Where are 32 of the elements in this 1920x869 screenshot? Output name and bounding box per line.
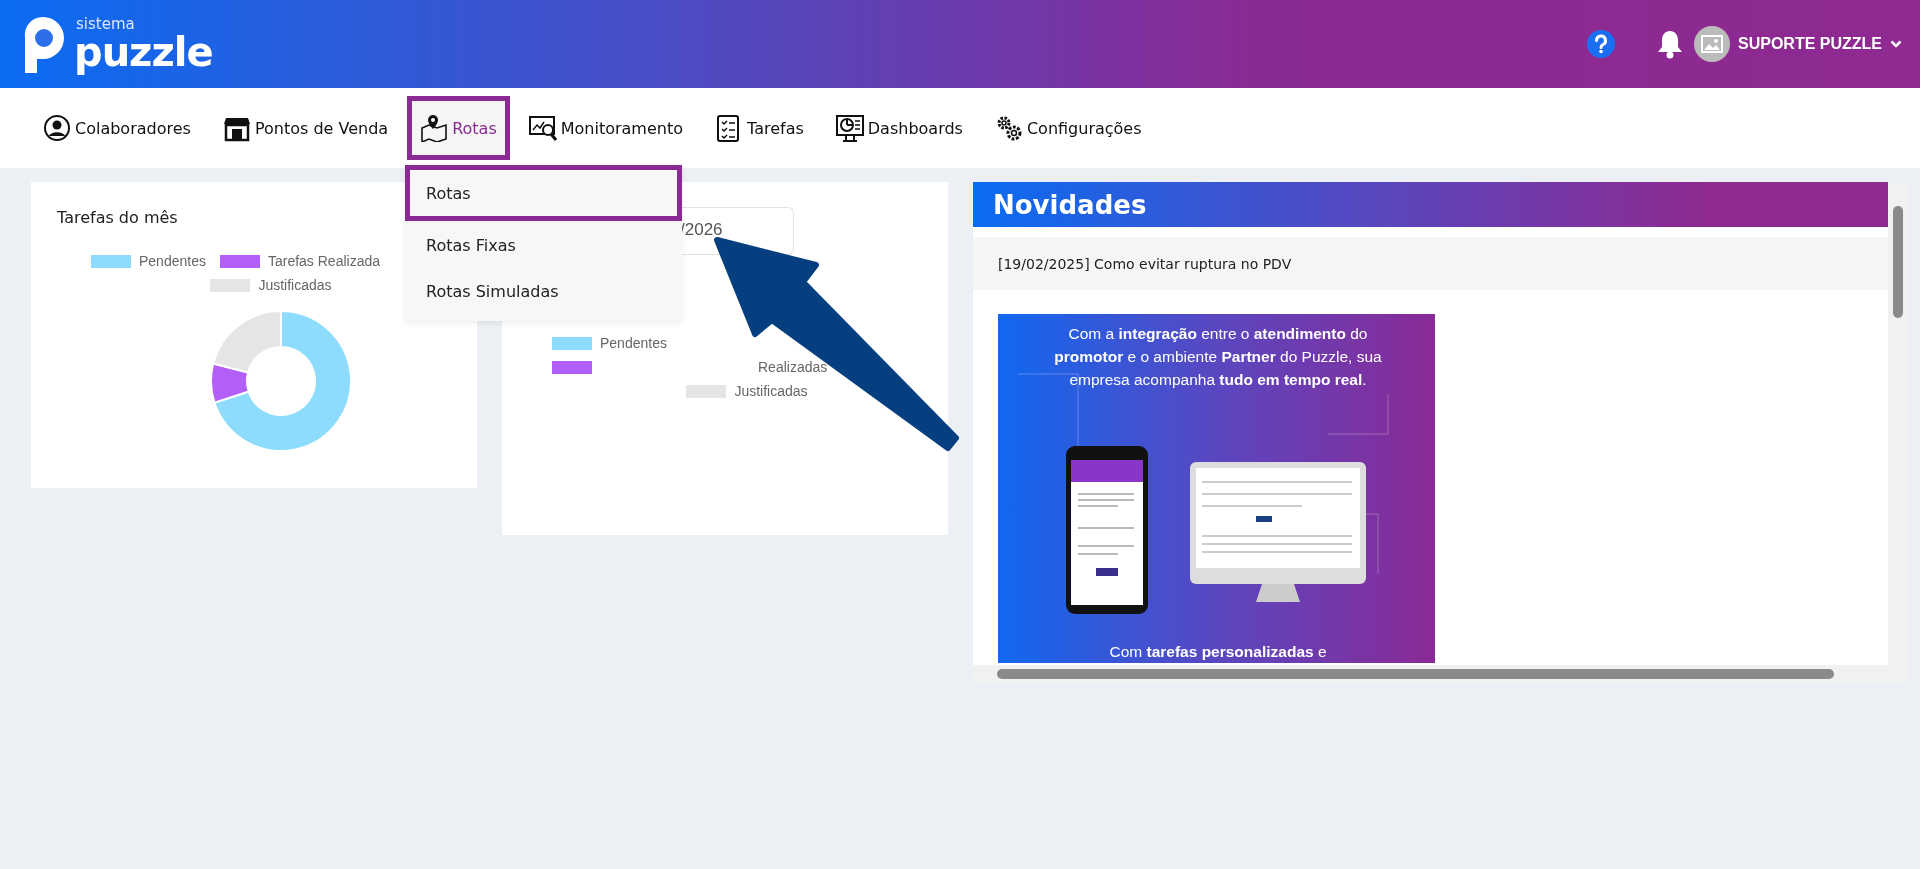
banner-footer-text: Com tarefas personalizadas e (1108, 643, 1328, 661)
user-menu[interactable]: SUPORTE PUZZLE (1694, 26, 1902, 62)
chevron-down-icon (1890, 40, 1902, 48)
card-title: Tarefas do mês (57, 208, 179, 227)
nav-tab[interactable]: Tarefas (702, 96, 817, 160)
user-name: SUPORTE PUZZLE (1738, 35, 1882, 53)
help-icon[interactable] (1586, 29, 1616, 59)
nav-tab[interactable]: Dashboards (822, 96, 976, 160)
nav-tab[interactable]: Colaboradores (30, 96, 204, 160)
nav-tab[interactable]: Pontos de Venda (209, 96, 402, 160)
legend-label: Justificadas (258, 277, 332, 293)
nav-icon (43, 114, 71, 142)
news-title: Novidades (973, 182, 1888, 227)
menu-item[interactable]: Rotas (405, 165, 682, 221)
legend-label: Realizadas (758, 359, 828, 375)
legend-label: Justificadas (734, 383, 808, 399)
avatar-image-icon (1694, 26, 1730, 62)
nav-tab[interactable]: Configurações (981, 96, 1155, 160)
news-item-title[interactable]: [19/02/2025] Como evitar ruptura no PDV (973, 237, 1888, 290)
legend-label: Pendentes (139, 253, 206, 269)
horizontal-scrollbar[interactable] (973, 665, 1908, 683)
nav-tab[interactable]: Monitoramento (515, 96, 696, 160)
nav-icon (835, 114, 864, 142)
legend-label: Tarefas Realizada (267, 253, 380, 269)
notification-bell-icon[interactable] (1656, 29, 1684, 59)
nav-icon (420, 114, 449, 142)
logo-subtitle: sistema (76, 16, 136, 32)
banner-text: Com a integração entre o atendimento do promotor e o ambiente Partner do Puzzle, sua empresa acompanha tudo em tempo real. (1053, 324, 1383, 390)
vertical-scrollbar[interactable] (1888, 182, 1908, 665)
legend-label: Pendentes (600, 335, 667, 351)
nav-icon (528, 114, 557, 142)
nav-tab[interactable]: Rotas (407, 96, 510, 160)
